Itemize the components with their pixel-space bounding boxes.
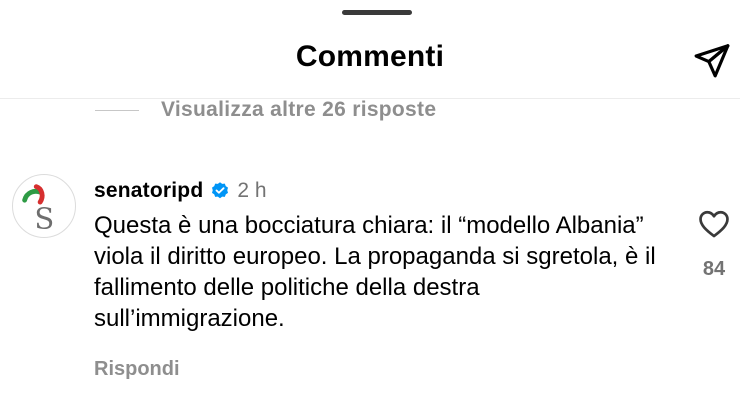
view-more-replies-label: Visualizza altre 26 risposte: [161, 98, 437, 121]
reply-button[interactable]: Rispondi: [94, 358, 180, 381]
comments-header: Commenti: [0, 30, 740, 90]
username[interactable]: senatoripd: [94, 179, 203, 203]
heart-outline-icon: [699, 210, 729, 238]
avatar-letter: S: [34, 201, 54, 235]
comment-meta: senatoripd 2 h: [94, 178, 267, 204]
view-more-replies[interactable]: Visualizza altre 26 risposte: [95, 96, 436, 124]
like-count: 84: [702, 258, 726, 280]
senatoripd-logo-icon: S: [22, 184, 54, 235]
view-more-line: [95, 109, 139, 111]
comment-timestamp: 2 h: [237, 179, 267, 202]
avatar[interactable]: S: [12, 174, 76, 238]
paper-plane-icon: [694, 44, 730, 78]
comment-text: Questa è una bocciatura chiara: il “mode…: [94, 212, 656, 332]
verified-badge-icon: [210, 181, 230, 201]
page-title: Commenti: [295, 40, 445, 73]
comment: S senatoripd 2 h Questa è una bocciatura…: [0, 168, 740, 398]
sheet-drag-handle[interactable]: [342, 10, 412, 15]
like-button[interactable]: [694, 204, 734, 244]
share-button[interactable]: [690, 38, 734, 82]
